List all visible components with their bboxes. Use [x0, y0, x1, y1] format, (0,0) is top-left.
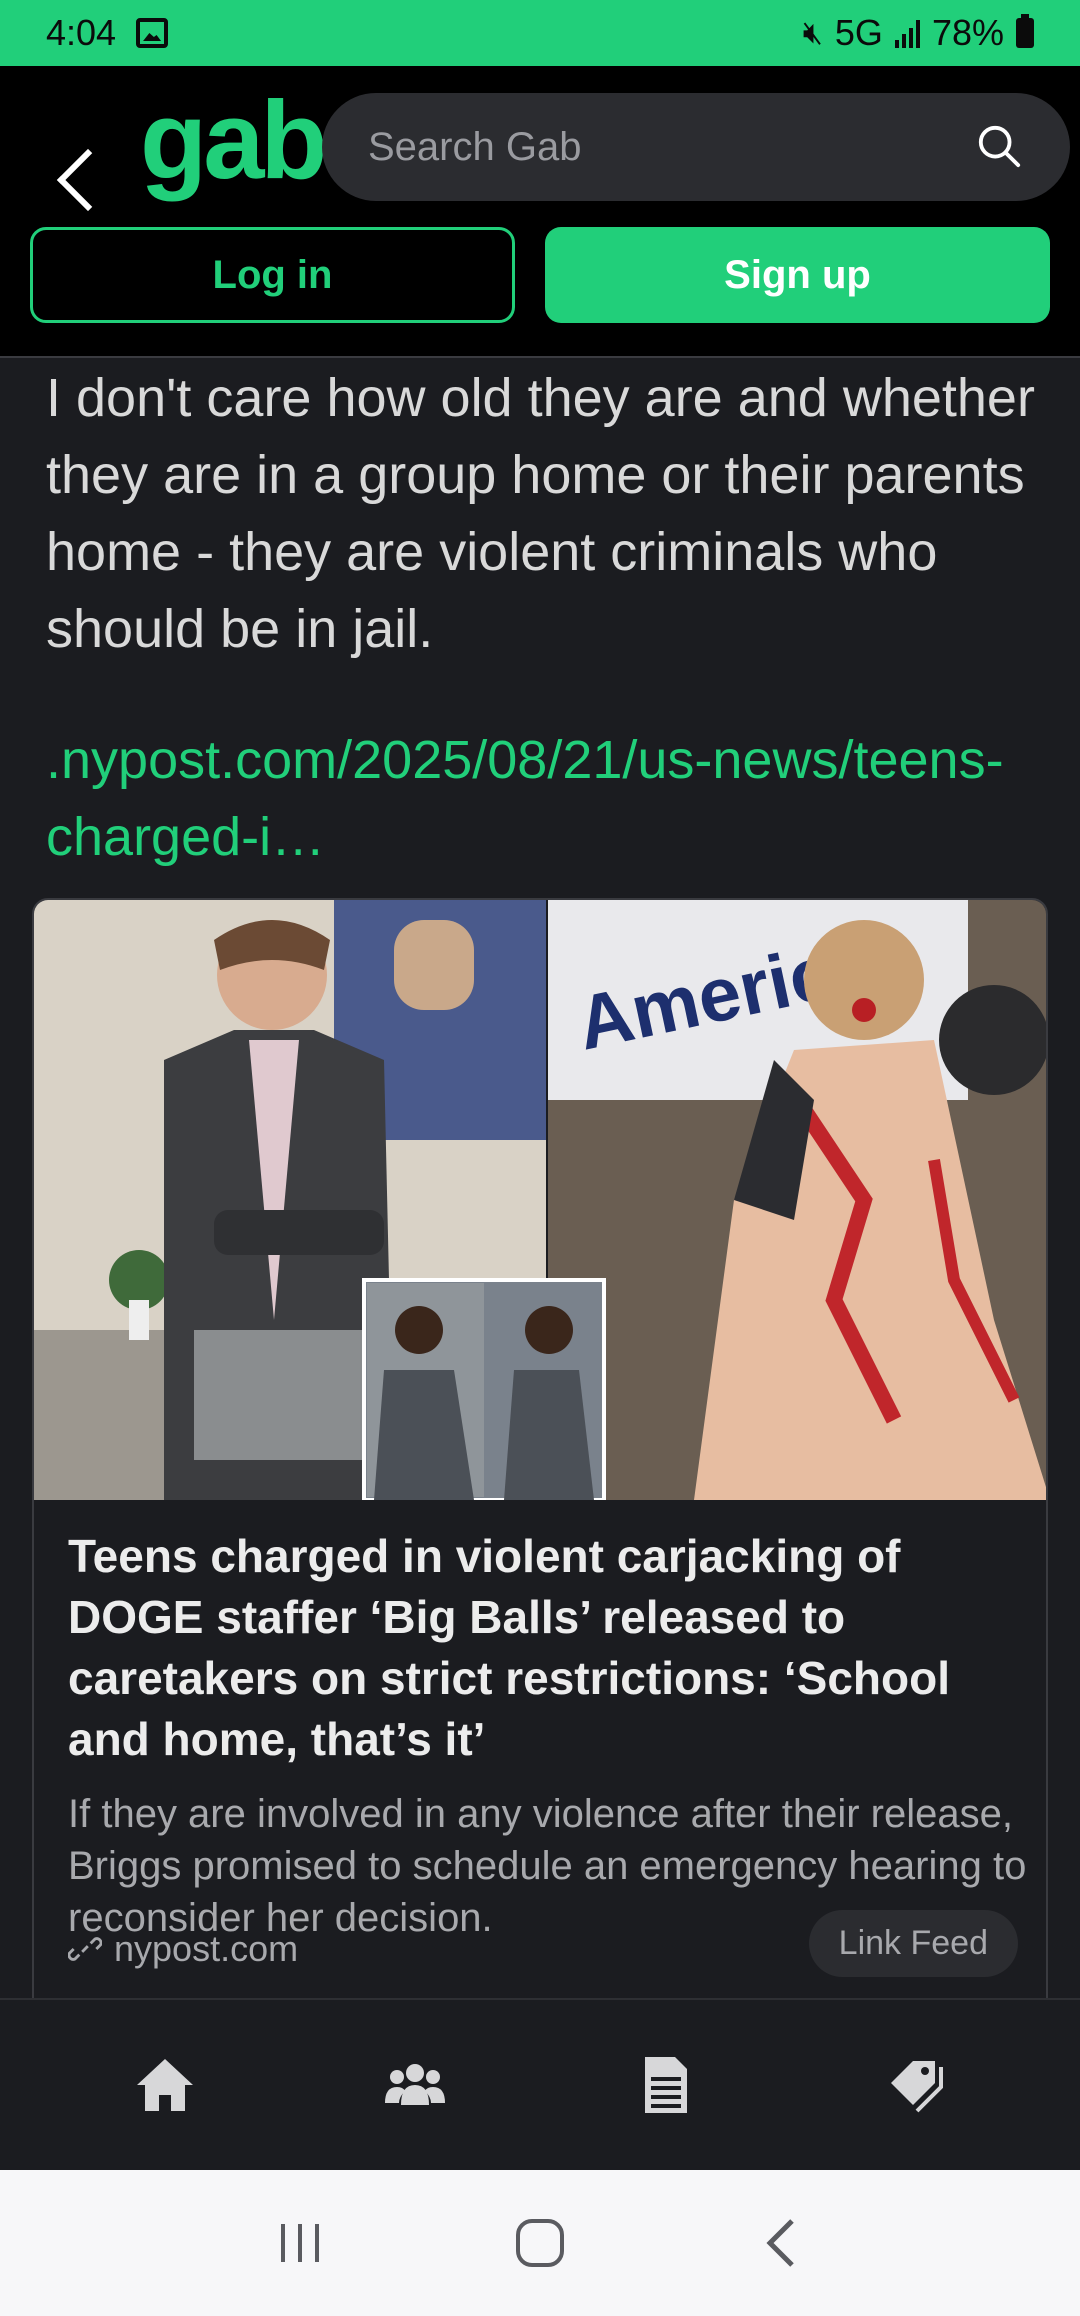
tag-icon	[891, 2061, 943, 2113]
status-left: 4:04	[46, 12, 169, 54]
link-preview-card[interactable]: American Teens charged in violent carjac…	[32, 898, 1048, 2000]
signal-icon	[894, 18, 920, 48]
back-arrow-icon	[766, 2219, 794, 2267]
link-feed-button[interactable]: Link Feed	[808, 1910, 1018, 1977]
home-circle-icon	[516, 2219, 564, 2267]
status-bar: 4:04 🔇︎ 5G 78%	[0, 0, 1080, 66]
card-footer: nypost.com Link Feed	[68, 1910, 1018, 1977]
battery-percent: 78%	[931, 12, 1004, 53]
nav-marketplace[interactable]	[855, 2035, 975, 2135]
status-right: 🔇︎ 5G 78%	[803, 12, 1034, 54]
home-system-button[interactable]	[500, 2203, 580, 2283]
search-bar[interactable]	[322, 93, 1070, 201]
article-title[interactable]: Teens charged in violent carjacking of D…	[68, 1526, 1028, 1770]
login-button[interactable]: Log in	[30, 227, 515, 323]
post-link[interactable]: .nypost.com/2025/08/21/us-news/teens-cha…	[46, 722, 1046, 876]
nav-home[interactable]	[105, 2035, 225, 2135]
gab-logo[interactable]: gab	[140, 86, 328, 196]
app-header: gab Log in Sign up	[0, 66, 1080, 358]
search-input[interactable]	[368, 124, 928, 170]
bottom-nav	[0, 1998, 1080, 2170]
news-icon	[645, 2057, 687, 2113]
article-image[interactable]: American	[34, 900, 1048, 1500]
nav-news[interactable]	[605, 2035, 725, 2135]
search-icon[interactable]	[976, 123, 1022, 169]
post-content: I don't care how old they are and whethe…	[0, 360, 1080, 2000]
mute-icon: 🔇︎	[802, 14, 823, 50]
recents-icon	[281, 2224, 319, 2262]
domain-label: nypost.com	[114, 1928, 299, 1969]
back-system-button[interactable]	[740, 2203, 820, 2283]
battery-icon	[1016, 14, 1034, 48]
status-time: 4:04	[46, 12, 117, 53]
link-icon	[68, 1937, 102, 1961]
back-button[interactable]	[20, 106, 120, 212]
recents-button[interactable]	[260, 2203, 340, 2283]
home-icon	[137, 2059, 193, 2111]
image-notification-icon	[136, 18, 169, 48]
card-domain: nypost.com	[68, 1928, 298, 1970]
system-nav-bar	[0, 2170, 1080, 2316]
post-text: I don't care how old they are and whethe…	[46, 368, 1035, 659]
back-chevron-icon	[56, 148, 120, 212]
nav-groups[interactable]	[355, 2035, 475, 2135]
signup-button[interactable]: Sign up	[545, 227, 1050, 323]
network-type: 5G	[834, 12, 883, 53]
groups-icon	[385, 2064, 445, 2105]
